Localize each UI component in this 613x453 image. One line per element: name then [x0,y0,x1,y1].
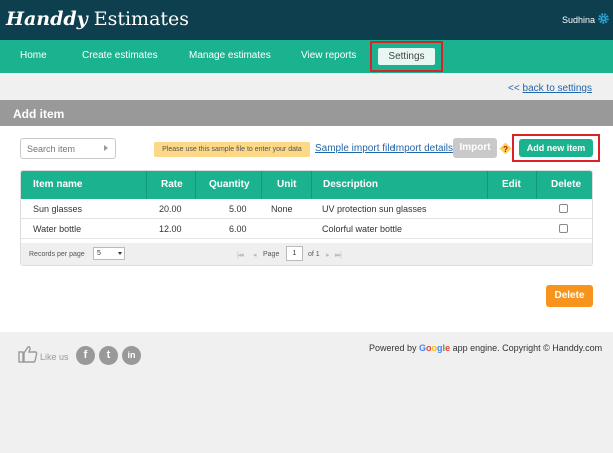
table-row[interactable]: Water bottle 12.00 6.00 Colorful water b… [21,219,592,239]
app-logo[interactable]: Handdy Estimates [6,8,189,30]
page-count: of 1 [308,251,320,258]
cell-rate: 20.00 [159,204,182,214]
page-label: Page [263,251,280,258]
logo-rest: Estimates [87,8,190,30]
settings-highlight: Settings [370,41,443,72]
col-divider [261,171,262,199]
table-row[interactable]: Sun glasses 20.00 5.00 None UV protectio… [21,199,592,219]
user-name[interactable]: Sudhina [562,15,595,25]
last-page-icon[interactable]: ▸▸| [335,251,342,259]
search-input[interactable] [20,138,116,159]
add-new-highlight: Add new item [512,134,600,162]
row-delete-checkbox[interactable] [559,204,568,213]
logo-brand: Handdy [6,8,88,30]
add-new-item-button[interactable]: Add new item [519,139,593,157]
col-edit: Edit [502,179,521,190]
nav-settings[interactable]: Settings [378,48,435,65]
chevron-down-icon [118,252,122,255]
records-per-page-value: 5 [97,250,101,257]
col-rate[interactable]: Rate [161,171,183,199]
cell-quantity: 6.00 [229,224,247,234]
first-page-icon[interactable]: |◂◂ [237,251,244,259]
cell-unit: None [271,204,293,214]
row-delete-checkbox[interactable] [559,224,568,233]
sample-file-note: Please use this sample file to enter you… [154,142,310,157]
nav-manage-estimates[interactable]: Manage estimates [189,50,271,61]
nav-create-estimates[interactable]: Create estimates [82,50,158,61]
facebook-icon[interactable]: f [76,346,95,365]
back-link-label: back to settings [522,83,592,94]
page-title: Add item [13,107,65,121]
cell-rate: 12.00 [159,224,182,234]
col-divider [536,171,537,199]
question-icon[interactable]: ? [499,142,512,155]
col-quantity[interactable]: Quantity [209,171,250,199]
col-divider [487,171,488,199]
import-details-link[interactable]: Import details [393,143,453,154]
col-description[interactable]: Description [323,171,378,199]
col-unit[interactable]: Unit [277,171,296,199]
cell-description: UV protection sun glasses [322,204,427,214]
main-nav: Home Create estimates Manage estimates V… [0,40,613,73]
col-divider [311,171,312,199]
panel-header: Add item [0,100,613,126]
table-header: Item name Rate Quantity Unit Description… [21,171,592,199]
gear-icon[interactable] [597,12,610,25]
col-divider [195,171,196,199]
records-per-page-label: Records per page [29,251,85,258]
back-arrow: << [508,83,520,94]
page-number-input[interactable]: 1 [286,246,303,261]
records-per-page-select[interactable]: 5 [93,247,125,260]
back-to-settings-link[interactable]: << back to settings [508,83,592,94]
delete-button[interactable]: Delete [546,285,593,307]
thumbs-up-icon [18,346,38,363]
cell-item-name: Water bottle [33,224,82,234]
twitter-icon[interactable]: t [99,346,118,365]
table-footer: Records per page 5 |◂◂ ◂ Page 1 of 1 ▸ ▸… [21,243,592,265]
cell-description: Colorful water bottle [322,224,403,234]
powered-by-text: Powered by Google app engine. Copyright … [369,343,602,353]
top-bar: Handdy Estimates Sudhina [0,0,613,40]
powered-suffix: app engine. Copyright © Handdy.com [450,343,603,353]
col-item-name[interactable]: Item name [33,171,82,199]
prev-page-icon[interactable]: ◂ [253,251,256,259]
col-delete: Delete [551,179,582,190]
svg-text:?: ? [503,144,508,154]
powered-prefix: Powered by [369,343,420,353]
linkedin-icon[interactable]: in [122,346,141,365]
import-button[interactable]: Import [453,138,497,158]
nav-view-reports[interactable]: View reports [301,50,356,61]
next-page-icon[interactable]: ▸ [326,251,329,259]
like-us-label: Like us [40,352,69,362]
nav-home[interactable]: Home [20,50,47,61]
cell-item-name: Sun glasses [33,204,83,214]
search-arrow-icon[interactable] [104,145,108,151]
add-item-panel: Add item Please use this sample file to … [0,100,613,332]
col-divider [146,171,147,199]
items-table: Item name Rate Quantity Unit Description… [20,170,593,266]
google-logo: Google [419,343,451,353]
sample-import-link[interactable]: Sample import file [315,143,395,154]
cell-quantity: 5.00 [229,204,247,214]
